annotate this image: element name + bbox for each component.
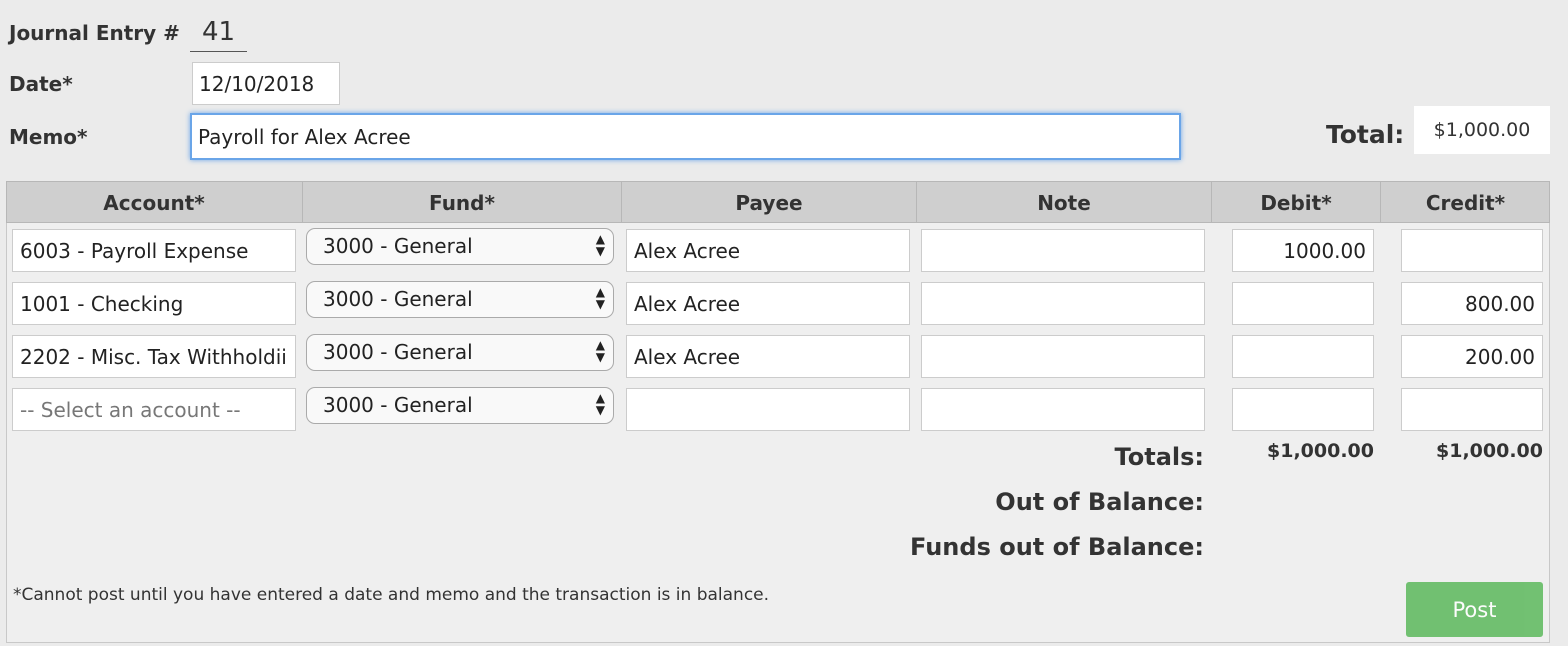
funds-out-of-balance-label: Funds out of Balance:: [910, 533, 1204, 561]
column-header-fund: Fund*: [303, 181, 622, 223]
fund-select[interactable]: 3000 - General ▲ ▼: [306, 334, 614, 371]
fund-select[interactable]: 3000 - General ▲ ▼: [306, 387, 614, 424]
debit-input[interactable]: [1232, 388, 1374, 431]
account-input[interactable]: [12, 229, 296, 272]
credit-total: $1,000.00: [1436, 440, 1543, 462]
select-arrows-icon: ▲ ▼: [595, 338, 605, 364]
debit-total: $1,000.00: [1267, 440, 1374, 462]
column-header-debit: Debit*: [1212, 181, 1381, 223]
totals-label: Totals:: [1114, 443, 1204, 471]
fund-select-value: 3000 - General: [323, 234, 473, 258]
payee-input[interactable]: [626, 229, 910, 272]
debit-input[interactable]: [1232, 282, 1374, 325]
post-button[interactable]: Post: [1406, 582, 1543, 637]
debit-input[interactable]: [1232, 335, 1374, 378]
column-header-credit: Credit*: [1425, 191, 1506, 215]
fund-select[interactable]: 3000 - General ▲ ▼: [306, 228, 614, 265]
column-header-account: Account*: [6, 181, 303, 223]
total-value: $1,000.00: [1414, 106, 1550, 154]
select-arrows-icon: ▲ ▼: [595, 285, 605, 311]
memo-label: Memo*: [9, 125, 88, 149]
credit-input[interactable]: [1401, 282, 1543, 325]
memo-input[interactable]: [190, 113, 1181, 160]
fund-select[interactable]: 3000 - General ▲ ▼: [306, 281, 614, 318]
select-arrows-icon: ▲ ▼: [595, 232, 605, 258]
journal-entry-label: Journal Entry #: [9, 21, 180, 45]
note-input[interactable]: [921, 282, 1205, 325]
column-header-note: Note: [917, 181, 1212, 223]
note-input[interactable]: [921, 388, 1205, 431]
account-input[interactable]: [12, 335, 296, 378]
fund-select-value: 3000 - General: [323, 393, 473, 417]
fund-select-value: 3000 - General: [323, 287, 473, 311]
post-requirements-note: *Cannot post until you have entered a da…: [13, 585, 770, 605]
date-label: Date*: [9, 72, 73, 96]
credit-input[interactable]: [1401, 388, 1543, 431]
journal-entry-number: 41: [190, 14, 247, 52]
debit-input[interactable]: [1232, 229, 1374, 272]
total-label: Total:: [1326, 120, 1405, 149]
credit-input[interactable]: [1401, 229, 1543, 272]
payee-input[interactable]: [626, 282, 910, 325]
column-header-payee: Payee: [622, 181, 917, 223]
select-arrows-icon: ▲ ▼: [595, 391, 605, 417]
payee-input[interactable]: [626, 388, 910, 431]
out-of-balance-label: Out of Balance:: [995, 488, 1204, 516]
note-input[interactable]: [921, 229, 1205, 272]
account-input[interactable]: [12, 388, 296, 431]
fund-select-value: 3000 - General: [323, 340, 473, 364]
date-input[interactable]: [192, 62, 340, 105]
credit-input[interactable]: [1401, 335, 1543, 378]
payee-input[interactable]: [626, 335, 910, 378]
account-input[interactable]: [12, 282, 296, 325]
note-input[interactable]: [921, 335, 1205, 378]
